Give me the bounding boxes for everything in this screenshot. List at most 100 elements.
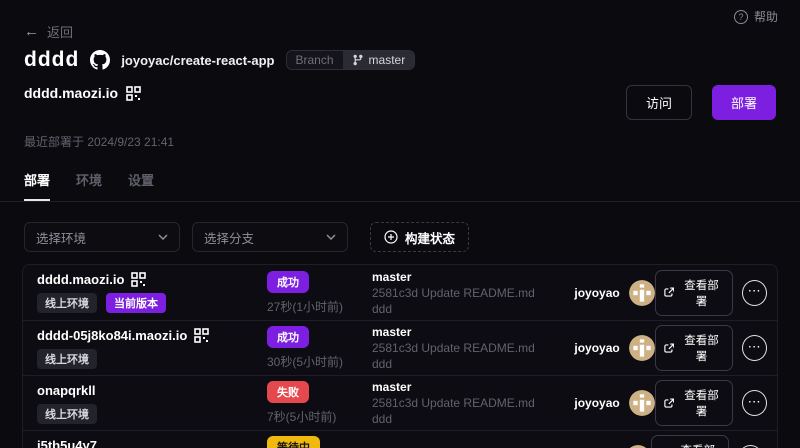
- deployment-row: dddd.maozi.io 线上环境 当前版本 成功 27秒(1小时前) mas…: [23, 265, 777, 320]
- actions-cell: 查看部署 ⋯: [651, 435, 763, 448]
- status-cell: 成功 27秒(1小时前): [267, 271, 372, 315]
- view-deployment-button[interactable]: 查看部署: [651, 435, 729, 448]
- deployment-row: onapqrkll 线上环境 失败 7秒(5小时前) master 2581c3…: [23, 375, 777, 430]
- actions-cell: 查看部署 ⋯: [655, 270, 767, 316]
- deployment-name[interactable]: j5tb5u4y7: [37, 438, 97, 448]
- deployment-name[interactable]: dddd-05j8ko84i.maozi.io: [37, 328, 187, 343]
- header-actions: 访问 部署: [626, 85, 776, 120]
- view-deployment-button[interactable]: 查看部署: [655, 380, 733, 426]
- deploy-time: 27秒(1小时前): [267, 298, 343, 315]
- status-badge: 等待中: [267, 436, 320, 448]
- chevron-down-icon: [158, 234, 168, 240]
- branch-badge: Branch master: [286, 50, 416, 70]
- help-icon: ?: [734, 10, 748, 24]
- view-deployment-label: 查看部署: [679, 332, 723, 364]
- github-icon: [90, 50, 110, 70]
- external-link-icon: [664, 398, 675, 409]
- visit-button[interactable]: 访问: [626, 85, 692, 120]
- status-badge: 成功: [267, 271, 309, 293]
- more-options-button[interactable]: ⋯: [742, 280, 767, 306]
- branch-name: master: [372, 379, 535, 395]
- deployment-name-cell: onapqrkll 线上环境: [37, 383, 267, 424]
- branch-name: master: [372, 324, 535, 340]
- domain-line: dddd.maozi.io: [24, 85, 141, 101]
- branch-name: master: [372, 269, 535, 285]
- deployment-name[interactable]: onapqrkll: [37, 383, 96, 398]
- page-title: dddd: [24, 48, 79, 72]
- tab-environments[interactable]: 环境: [76, 170, 102, 201]
- author-cell: joyoyao: [535, 390, 655, 416]
- deployment-name-cell: dddd.maozi.io 线上环境 当前版本: [37, 272, 267, 313]
- deploy-button[interactable]: 部署: [712, 85, 776, 120]
- plus-circle-icon: [384, 230, 398, 244]
- git-branch-icon: [352, 54, 364, 66]
- commit-message: 2581c3d Update README.md: [372, 395, 535, 411]
- external-link-icon: [664, 343, 675, 354]
- author-name: joyoyao: [574, 286, 619, 300]
- more-options-button[interactable]: ⋯: [742, 390, 767, 416]
- top-bar: ← 返回 ? 帮助: [0, 0, 800, 42]
- domain-row: dddd.maozi.io 访问 部署: [24, 85, 776, 120]
- environment-select[interactable]: 选择环境: [24, 222, 180, 252]
- avatar: [629, 335, 655, 361]
- qr-code-icon[interactable]: [194, 328, 209, 343]
- status-badge: 成功: [267, 326, 309, 348]
- status-cell: 成功 30秒(5小时前): [267, 326, 372, 370]
- external-link-icon: [664, 287, 675, 298]
- ellipsis-icon: ⋯: [748, 395, 761, 408]
- author-name: joyoyao: [574, 341, 619, 355]
- deployment-name[interactable]: dddd.maozi.io: [37, 272, 124, 287]
- author-cell: joyoyao: [535, 335, 655, 361]
- branch-badge-value: master: [343, 51, 415, 69]
- repo-link[interactable]: joyoyac/create-react-app: [121, 53, 274, 68]
- back-button[interactable]: ← 返回: [24, 22, 73, 41]
- tab-deployments[interactable]: 部署: [24, 170, 50, 201]
- view-deployment-button[interactable]: 查看部署: [655, 325, 733, 371]
- deployment-row: j5tb5u4y7 线上环境 等待中 (8小时前) master joyoyao…: [23, 430, 777, 448]
- commit-cell: master 2581c3d Update README.md ddd: [372, 379, 535, 427]
- tab-settings[interactable]: 设置: [128, 170, 154, 201]
- more-options-button[interactable]: ⋯: [742, 335, 767, 361]
- last-deployed-text: 最近部署于 2024/9/23 21:41: [24, 133, 776, 150]
- domain-link[interactable]: dddd.maozi.io: [24, 85, 118, 101]
- commit-message: 2581c3d Update README.md: [372, 340, 535, 356]
- ellipsis-icon: ⋯: [748, 284, 761, 297]
- avatar: [629, 280, 655, 306]
- deployment-name-cell: j5tb5u4y7 线上环境: [37, 438, 267, 448]
- deployment-name-cell: dddd-05j8ko84i.maozi.io 线上环境: [37, 328, 267, 369]
- back-label: 返回: [47, 22, 73, 41]
- qr-code-icon[interactable]: [126, 86, 141, 101]
- qr-code-icon[interactable]: [131, 272, 146, 287]
- build-status-filter-button[interactable]: 构建状态: [370, 222, 469, 252]
- view-deployment-label: 查看部署: [676, 442, 720, 448]
- commit-cell: master 2581c3d Update README.md ddd: [372, 324, 535, 372]
- status-cell: 失败 7秒(5小时前): [267, 381, 372, 425]
- commit-extra: ddd: [372, 356, 535, 372]
- commit-message: 2581c3d Update README.md: [372, 285, 535, 301]
- avatar: [629, 390, 655, 416]
- actions-cell: 查看部署 ⋯: [655, 380, 767, 426]
- branch-badge-label: Branch: [287, 51, 343, 69]
- branch-select[interactable]: 选择分支: [192, 222, 348, 252]
- tab-bar: 部署 环境 设置: [0, 170, 800, 202]
- deploy-time: 30秒(5小时前): [267, 353, 343, 370]
- author-cell: joyoyao: [535, 280, 655, 306]
- author-name: joyoyao: [574, 396, 619, 410]
- commit-extra: ddd: [372, 301, 535, 317]
- branch-select-value: 选择分支: [204, 228, 254, 247]
- back-arrow-icon: ←: [24, 23, 39, 40]
- environment-select-value: 选择环境: [36, 228, 86, 247]
- deploy-time: 7秒(5小时前): [267, 408, 336, 425]
- current-version-tag: 当前版本: [106, 293, 166, 313]
- env-tag: 线上环境: [37, 293, 97, 313]
- title-row: dddd joyoyac/create-react-app Branch mas…: [24, 48, 776, 72]
- deployments-table: dddd.maozi.io 线上环境 当前版本 成功 27秒(1小时前) mas…: [22, 264, 778, 448]
- env-tag: 线上环境: [37, 349, 97, 369]
- deployment-row: dddd-05j8ko84i.maozi.io 线上环境 成功 30秒(5小时前…: [23, 320, 777, 375]
- env-tag: 线上环境: [37, 404, 97, 424]
- status-badge: 失败: [267, 381, 309, 403]
- commit-cell: master 2581c3d Update README.md ddd: [372, 269, 535, 317]
- help-button[interactable]: ? 帮助: [734, 8, 778, 25]
- view-deployment-button[interactable]: 查看部署: [655, 270, 733, 316]
- view-deployment-label: 查看部署: [679, 277, 723, 309]
